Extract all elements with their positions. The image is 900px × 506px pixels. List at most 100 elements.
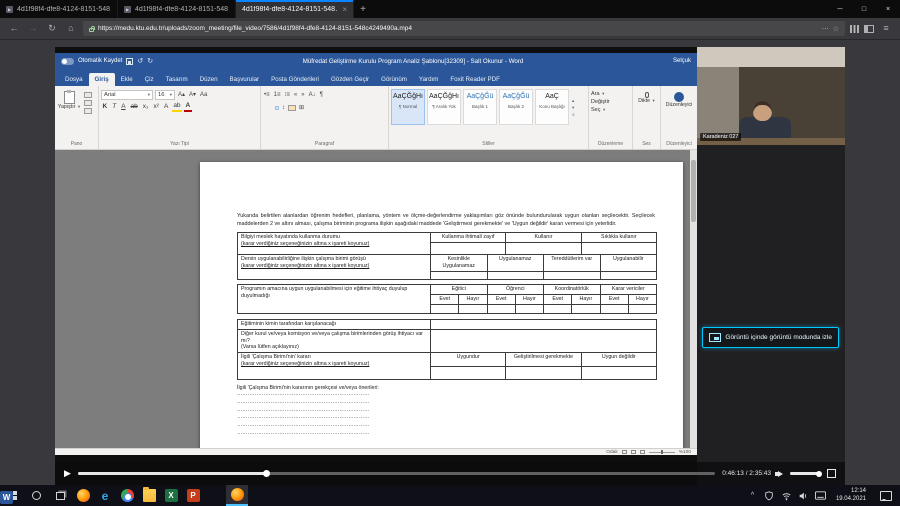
editor-button: Düzenleyici: [663, 103, 695, 109]
firefox-icon: [231, 488, 244, 501]
ribbon-tab-giris: Giriş: [89, 73, 115, 86]
strikethrough-button: ab: [129, 104, 139, 111]
browser-tab-3-active[interactable]: 4d1f98f4-dfe8-4124-8151-548… ×: [236, 0, 354, 18]
browser-tab-1[interactable]: ▶ 4d1f98f4-dfe8-4124-8151-548…: [0, 0, 118, 18]
page-content: Otomatik Kaydet ↺ ↻ Müfredat Geliştirme …: [0, 40, 900, 485]
sidebar-icon[interactable]: [864, 25, 874, 33]
styles-scroll-up-icon: ▴: [572, 98, 575, 104]
search-button[interactable]: [24, 485, 48, 506]
tab-close-icon[interactable]: ×: [342, 5, 347, 14]
picture-in-picture-button[interactable]: Görüntü içinde görüntü modunda izle: [702, 327, 839, 348]
search-icon: [32, 491, 41, 500]
ribbon-tab-tasarim: Tasarım: [160, 73, 194, 86]
pip-icon: [709, 333, 721, 342]
library-icon[interactable]: [850, 25, 859, 33]
zoom-slider: [649, 452, 675, 453]
progress-bar[interactable]: [78, 472, 715, 475]
taskbar-app-firefox-active[interactable]: [226, 485, 248, 506]
line-spacing-icon: ↕: [281, 105, 286, 111]
notification-center-icon[interactable]: [880, 491, 892, 501]
ribbon-tab-gorunum: Görünüm: [375, 73, 413, 86]
ribbon-tab-foxit: Foxit Reader PDF: [444, 73, 506, 86]
tray-keyboard-icon[interactable]: [815, 490, 826, 501]
clock-date: 19.04.2021: [836, 496, 866, 504]
document-page: Yukarıda belirtilen alanlardan öğrenim h…: [200, 162, 683, 448]
group-label-editing: Düzenleme: [589, 139, 632, 149]
ribbon-tab-ekle: Ekle: [115, 73, 139, 86]
ribbon-tab-basvurular: Başvurular: [224, 73, 266, 86]
window-close-button[interactable]: ×: [876, 0, 900, 18]
browser-tab-2[interactable]: ▶ 4d1f98f4-dfe8-4124-8151-548…: [118, 0, 236, 18]
file-explorer-icon: [143, 489, 156, 502]
doc-dotted-line: ……………………………………………………………………………………………………………: [237, 422, 369, 430]
web-layout-icon: [640, 450, 645, 454]
font-color-icon: A: [184, 103, 192, 112]
taskbar-clock[interactable]: 12:14 19.04.2021: [832, 488, 870, 503]
tray-shield-icon[interactable]: [764, 490, 775, 501]
doc-intro-paragraph: Yukarıda belirtilen alanlardan öğrenim h…: [237, 212, 655, 228]
tray-network-icon[interactable]: [781, 490, 792, 501]
redo-icon: ↻: [147, 58, 153, 65]
change-case-icon: Aa: [199, 92, 208, 98]
taskbar-app-word[interactable]: W: [204, 485, 226, 506]
reload-button[interactable]: ↻: [45, 24, 59, 33]
tray-volume-icon[interactable]: [798, 490, 809, 501]
menu-icon[interactable]: ≡: [879, 24, 893, 33]
back-button[interactable]: ←: [7, 24, 21, 33]
bookmark-star-icon[interactable]: ☆: [833, 25, 839, 33]
table-row: Eğitiminin kimin tarafından karşılanacağ…: [238, 320, 656, 329]
desktop: ▶ 4d1f98f4-dfe8-4124-8151-548… ▶ 4d1f98f…: [0, 0, 900, 506]
taskbar-app-chrome[interactable]: [116, 485, 138, 506]
page-actions-icon[interactable]: ⋯: [822, 25, 829, 33]
align-right-icon: [271, 107, 273, 109]
ribbon-group-editor: Düzenleyici Düzenleyici: [661, 86, 697, 149]
group-label-styles: Stiller: [389, 139, 588, 149]
window-maximize-button[interactable]: □: [852, 0, 876, 18]
taskbar-app-excel[interactable]: X: [160, 485, 182, 506]
new-tab-button[interactable]: +: [354, 0, 372, 18]
group-label-font: Yazı Tipi: [99, 139, 260, 149]
taskbar-app-browser[interactable]: [72, 485, 94, 506]
play-button[interactable]: ▶: [64, 469, 71, 478]
webcam-tile: Karadeniz 027: [697, 47, 845, 145]
taskbar-app-powerpoint[interactable]: P: [182, 485, 204, 506]
ribbon-tab-gozden-gecir: Gözden Geçir: [325, 73, 375, 86]
ribbon-tab-bar: Dosya Giriş Ekle Çiz Tasarım Düzen Başvu…: [55, 69, 697, 86]
tray-chevron-up-icon[interactable]: ^: [747, 490, 758, 501]
underline-button: A: [120, 104, 127, 111]
doc-table-decision: Eğitiminin kimin tarafından karşılanacağ…: [237, 319, 657, 381]
system-tray: ^ 12:14 19.04.2021: [747, 488, 900, 503]
mute-button[interactable]: [778, 471, 783, 477]
participant-name-label: Karadeniz 027: [700, 133, 741, 141]
taskbar-app-edge[interactable]: e: [94, 485, 116, 506]
styles-scroll-down-icon: ▾: [572, 105, 575, 111]
progress-fill: [78, 472, 267, 475]
forward-button[interactable]: →: [26, 24, 40, 33]
browser-icon: [77, 489, 90, 502]
window-minimize-button[interactable]: ─: [828, 0, 852, 18]
align-center-icon: [267, 107, 269, 109]
excel-icon: X: [165, 489, 178, 502]
home-button[interactable]: ⌂: [64, 24, 78, 33]
shading-icon: [288, 105, 296, 111]
group-label-voice: Ses: [633, 139, 660, 149]
copy-icon: [84, 100, 92, 106]
group-label-editor: Düzenleyici: [661, 139, 697, 149]
ribbon-tab-duzen: Düzen: [194, 73, 224, 86]
taskbar-app-explorer[interactable]: [138, 485, 160, 506]
bold-button: K: [101, 104, 109, 111]
tab-title: 4d1f98f4-dfe8-4124-8151-548…: [17, 6, 111, 13]
table-row: Diğer kurul ve/veya komisyon ve/veya çal…: [238, 329, 656, 353]
address-bar[interactable]: https://medu.ktu.edu.tr/uploads/zoom_mee…: [83, 21, 845, 36]
fullscreen-button[interactable]: [827, 469, 836, 478]
ribbon-group-styles: AaÇĞğHı ¶ Normal AaÇĞğHı ¶ Aralık Yok Aa…: [389, 86, 589, 149]
font-size-select: 16▾: [155, 90, 175, 100]
video-player[interactable]: Otomatik Kaydet ↺ ↻ Müfredat Geliştirme …: [55, 47, 845, 485]
volume-slider[interactable]: [790, 472, 820, 475]
word-icon: W: [0, 491, 13, 504]
word-user: Selçuk: [673, 58, 691, 64]
doc-dotted-line: ……………………………………………………………………………………………………………: [237, 391, 369, 399]
task-view-button[interactable]: [48, 485, 72, 506]
doc-table-usage: Bilgiyi meslek hayatında kullanma durumu…: [237, 232, 657, 280]
undo-icon: ↺: [137, 58, 143, 65]
